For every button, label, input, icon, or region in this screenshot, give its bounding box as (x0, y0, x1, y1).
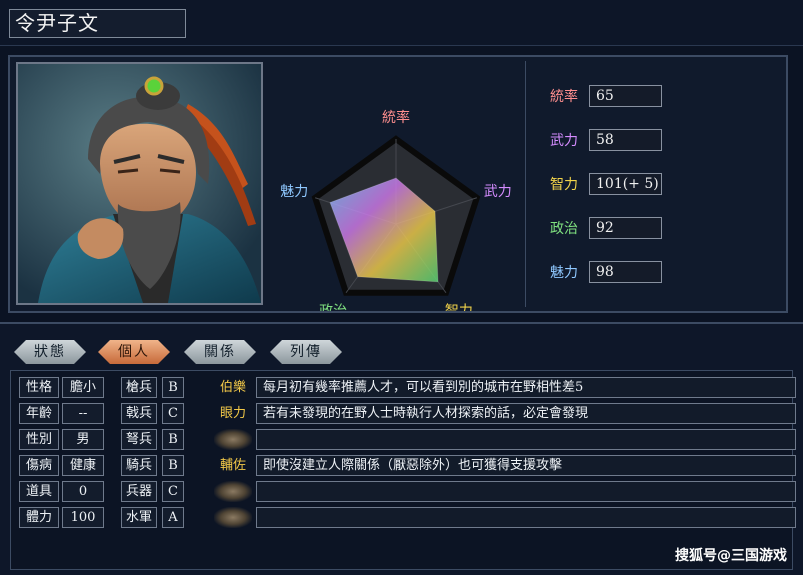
officer-portrait (16, 62, 263, 305)
attr-label-personality: 性格 (19, 377, 59, 398)
aptitude-grade-crossbow: B (162, 429, 184, 450)
radar-label-charisma: 魅力 (280, 184, 308, 200)
stat-value: 92 (589, 217, 662, 239)
aptitude-label-navy: 水軍 (121, 507, 157, 528)
radar-label-war: 武力 (484, 184, 512, 200)
tab-relations[interactable]: 關係 (184, 340, 256, 364)
skill-slot-empty-6 (214, 507, 252, 528)
skill-slot-empty-5 (214, 481, 252, 502)
aptitude-label-spear: 槍兵 (121, 377, 157, 398)
stat-radar-chart: 統率 武力 智力 政治 魅力 (265, 57, 527, 320)
radar-label-leadership: 統率 (382, 109, 410, 126)
officer-name: 令尹子文 (9, 9, 186, 38)
detail-panel: 狀態 個人 關係 列傳 性格 膽小 年齡 -- 性別 男 傷病 健康 道具 0 … (0, 322, 803, 575)
top-bar: 令尹子文 (0, 0, 803, 46)
skill-tag-2[interactable]: 眼力 (214, 403, 252, 424)
attr-label-gender: 性別 (19, 429, 59, 450)
stat-value: 58 (589, 129, 662, 151)
attr-value-age: -- (62, 403, 104, 424)
tab-biography[interactable]: 列傳 (270, 340, 342, 364)
attr-label-health: 傷病 (19, 455, 59, 476)
skill-desc-6 (256, 507, 796, 528)
skill-desc-2: 若有未發現的在野人士時執行人材探索的話，必定會發現 (256, 403, 796, 424)
portrait-image (18, 64, 261, 303)
stat-label: 武力 (550, 133, 578, 149)
radar-label-intelligence: 智力 (445, 304, 473, 311)
aptitude-grade-halberd: C (162, 403, 184, 424)
stat-label: 智力 (550, 177, 578, 193)
aptitude-label-halberd: 戟兵 (121, 403, 157, 424)
attr-value-gender: 男 (62, 429, 104, 450)
stat-value: 101(+ 5) (589, 173, 662, 195)
skill-desc-5 (256, 481, 796, 502)
stat-label: 政治 (550, 221, 578, 237)
aptitude-grade-navy: A (162, 507, 184, 528)
aptitude-grade-cavalry: B (162, 455, 184, 476)
watermark-text: 搜狐号@三国游戏 (675, 548, 787, 564)
aptitude-label-cavalry: 騎兵 (121, 455, 157, 476)
skill-slot-empty-3 (214, 429, 252, 450)
aptitude-grade-spear: B (162, 377, 184, 398)
skill-tag-1[interactable]: 伯樂 (214, 377, 252, 398)
officer-info-panel: 統率 武力 智力 政治 魅力 統率 65 武力 58 智力 101(+ 5) 政… (8, 55, 788, 320)
skill-desc-4: 即使沒建立人際關係（厭惡除外）也可獲得支援攻擊 (256, 455, 796, 476)
stat-value: 65 (589, 85, 662, 107)
skill-desc-1: 每月初有幾率推薦人才，可以看到別的城市在野相性差5 (256, 377, 796, 398)
attr-label-age: 年齡 (19, 403, 59, 424)
stat-value: 98 (589, 261, 662, 283)
attr-value-health: 健康 (62, 455, 104, 476)
tab-personal[interactable]: 個人 (98, 340, 170, 364)
skill-tag-4[interactable]: 輔佐 (214, 455, 252, 476)
attr-value-items: 0 (62, 481, 104, 502)
skill-desc-3 (256, 429, 796, 450)
tab-status[interactable]: 狀態 (14, 340, 86, 364)
personal-details: 性格 膽小 年齡 -- 性別 男 傷病 健康 道具 0 體力 100 槍兵 B … (10, 370, 796, 570)
aptitude-grade-siege: C (162, 481, 184, 502)
aptitude-label-crossbow: 弩兵 (121, 429, 157, 450)
attr-label-items: 道具 (19, 481, 59, 502)
aptitude-label-siege: 兵器 (121, 481, 157, 502)
stat-label: 魅力 (550, 265, 578, 281)
attr-value-personality: 膽小 (62, 377, 104, 398)
attr-label-stamina: 體力 (19, 507, 59, 528)
radar-label-politics: 政治 (319, 304, 347, 311)
attr-value-stamina: 100 (62, 507, 104, 528)
stat-label: 統率 (550, 89, 578, 105)
divider (525, 61, 526, 307)
